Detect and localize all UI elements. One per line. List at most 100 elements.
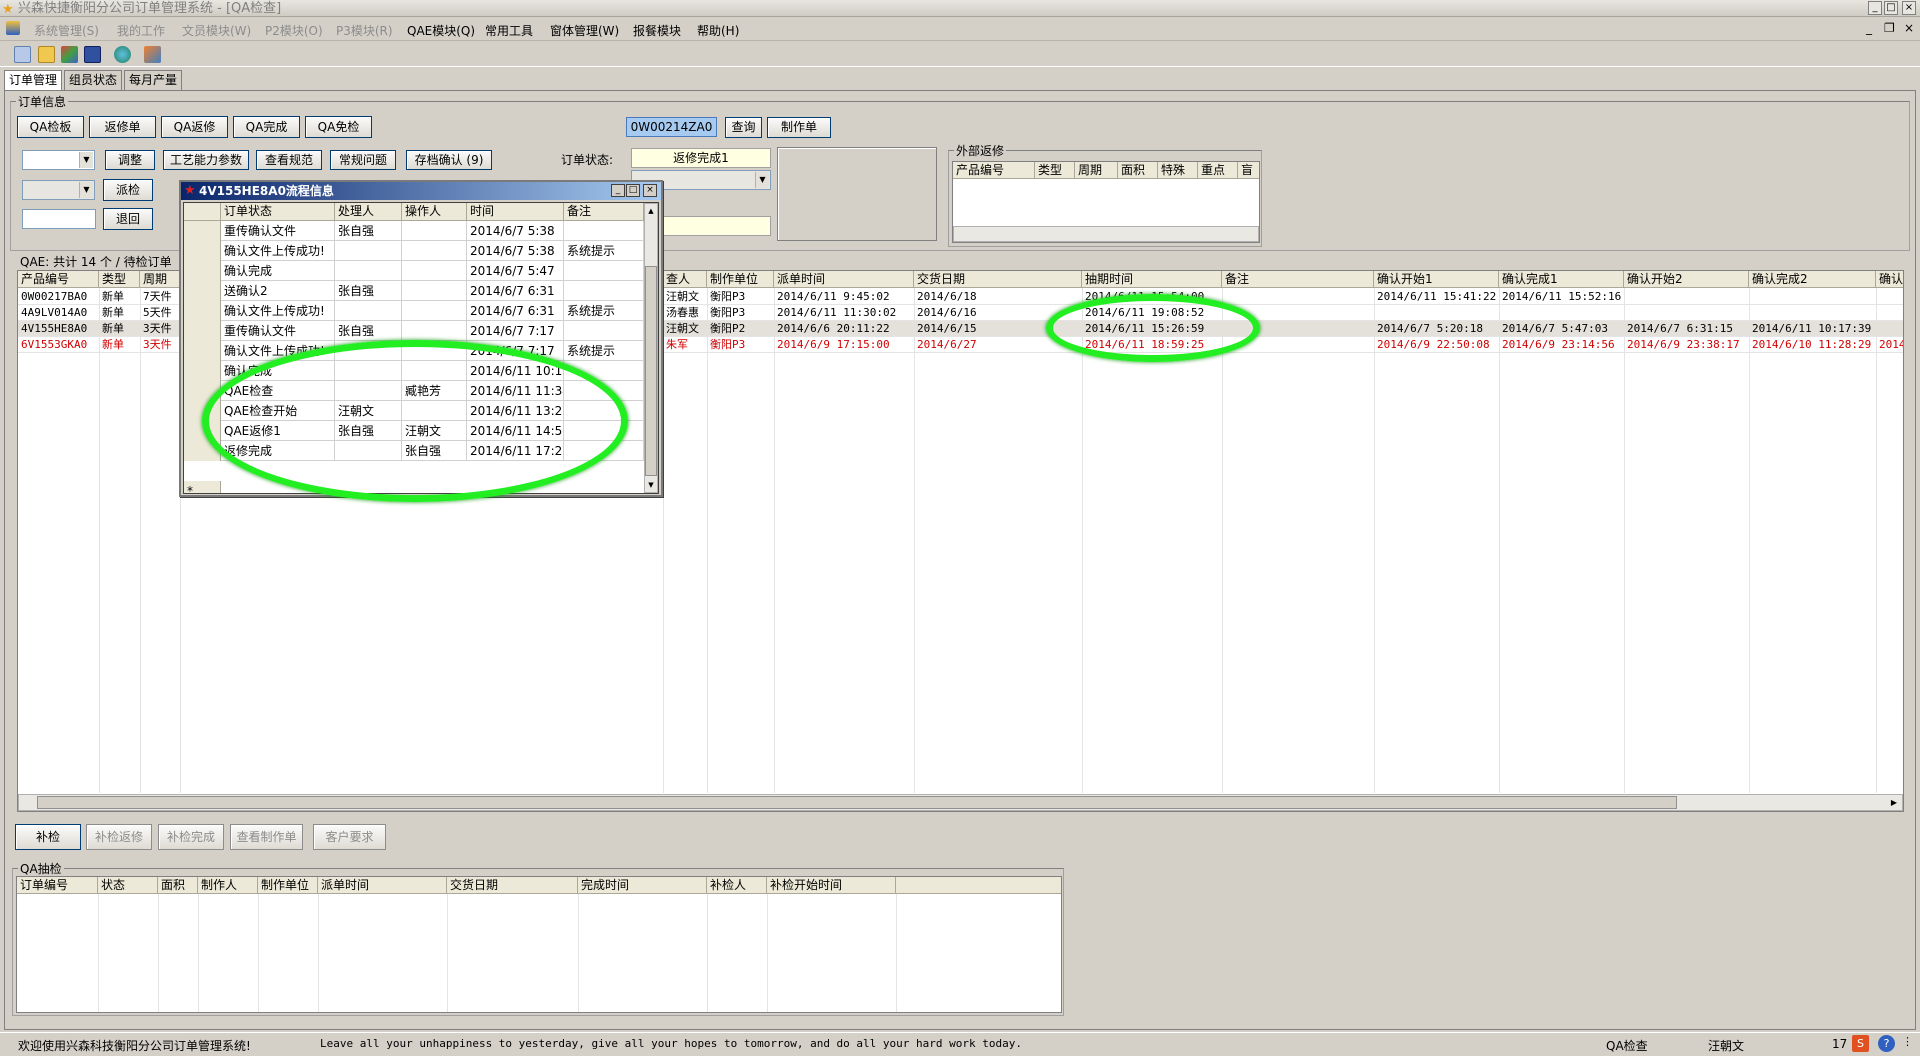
tab-monthly-output[interactable]: 每月产量 bbox=[124, 70, 183, 90]
return-button[interactable]: 退回 bbox=[103, 208, 153, 230]
column-header[interactable]: 盲 bbox=[1238, 162, 1259, 179]
scroll-thumb[interactable] bbox=[37, 796, 1677, 809]
return-input[interactable] bbox=[22, 209, 96, 229]
menu-item[interactable]: 报餐模块 bbox=[633, 22, 681, 39]
query-button[interactable]: 查询 bbox=[725, 117, 762, 138]
column-header[interactable]: 周期 bbox=[140, 271, 180, 288]
list-item[interactable]: 重传确认文件 张自强 2014/6/7 7:17 bbox=[184, 321, 644, 341]
column-header[interactable]: 产品编号 bbox=[953, 162, 1035, 179]
column-header[interactable]: 订单状态 bbox=[221, 203, 335, 220]
column-header[interactable]: 完成时间 bbox=[578, 877, 707, 894]
view-spec-button[interactable]: 查看规范 bbox=[256, 150, 322, 170]
column-header[interactable]: 订单编号 bbox=[17, 877, 98, 894]
dialog-close-button[interactable]: × bbox=[643, 184, 657, 197]
menu-item[interactable]: 窗体管理(W) bbox=[550, 22, 619, 39]
mdi-minimize-button[interactable]: _ bbox=[1866, 21, 1872, 35]
window-maximize-button[interactable]: □ bbox=[1884, 1, 1898, 15]
column-header[interactable]: 抽期时间 bbox=[1082, 271, 1222, 288]
qa-complete-button[interactable]: QA完成 bbox=[233, 116, 300, 138]
list-item[interactable]: 确认文件上传成功! 2014/6/7 6:31 系统提示 bbox=[184, 301, 644, 321]
column-header[interactable]: 类型 bbox=[99, 271, 140, 288]
archive-confirm-button[interactable]: 存档确认 (9) bbox=[406, 150, 492, 170]
tools-icon[interactable] bbox=[61, 46, 78, 63]
repair-order-button[interactable]: 返修单 bbox=[89, 116, 156, 138]
row-header[interactable] bbox=[184, 301, 221, 321]
column-header[interactable]: 确认完成1 bbox=[1499, 271, 1624, 288]
menu-item[interactable]: P2模块(O) bbox=[265, 22, 323, 39]
tab-order-management[interactable]: 订单管理 bbox=[4, 70, 63, 91]
menu-item[interactable]: QAE模块(Q) bbox=[407, 22, 475, 39]
dialog-title-bar[interactable]: ★ 4V155HE8A0流程信息 bbox=[181, 182, 661, 200]
dialog-maximize-button[interactable]: □ bbox=[626, 184, 640, 197]
column-header[interactable]: 状态 bbox=[98, 877, 158, 894]
menu-item[interactable]: 系统管理(S) bbox=[34, 22, 99, 39]
column-header[interactable]: 确认完成2 bbox=[1749, 271, 1876, 288]
scroll-right-icon[interactable]: ▶ bbox=[1886, 795, 1902, 810]
column-header[interactable]: 周期 bbox=[1075, 162, 1118, 179]
resize-grip-icon[interactable]: ⋮ bbox=[1902, 1035, 1913, 1048]
row-header[interactable] bbox=[184, 281, 221, 301]
order-grid-hscrollbar[interactable]: ▶ bbox=[18, 794, 1903, 811]
column-header[interactable]: 类型 bbox=[1035, 162, 1075, 179]
column-header[interactable]: 处理人 bbox=[335, 203, 402, 220]
ime-s-icon[interactable]: S bbox=[1852, 1035, 1869, 1052]
scroll-thumb[interactable] bbox=[645, 266, 657, 476]
menu-item[interactable]: 常用工具 bbox=[485, 22, 533, 39]
column-header[interactable]: 派单时间 bbox=[318, 877, 447, 894]
list-item[interactable]: 确认完成 2014/6/7 5:47 bbox=[184, 261, 644, 281]
window-minimize-button[interactable]: _ bbox=[1868, 1, 1882, 15]
column-header[interactable]: 备注 bbox=[564, 203, 644, 220]
menu-item[interactable]: 文员模块(W) bbox=[182, 22, 251, 39]
column-header[interactable]: 产品编号 bbox=[18, 271, 99, 288]
menu-item[interactable]: 我的工作 bbox=[117, 22, 165, 39]
help-icon[interactable]: ? bbox=[1878, 1035, 1895, 1052]
column-header[interactable]: 派单时间 bbox=[774, 271, 914, 288]
external-repair-hscrollbar[interactable] bbox=[953, 226, 1259, 242]
column-header[interactable]: 制作单位 bbox=[707, 271, 774, 288]
column-header[interactable]: 时间 bbox=[467, 203, 564, 220]
menu-item[interactable]: 帮助(H) bbox=[697, 22, 739, 39]
qa-inspect-board-button[interactable]: QA检板 bbox=[17, 116, 84, 138]
scroll-down-icon[interactable]: ▼ bbox=[645, 478, 657, 492]
column-header[interactable]: 特殊 bbox=[1158, 162, 1198, 179]
column-header[interactable]: 交货日期 bbox=[914, 271, 1082, 288]
row-header[interactable] bbox=[184, 361, 221, 381]
list-item[interactable]: 送确认2 张自强 2014/6/7 6:31 bbox=[184, 281, 644, 301]
qa-sample-grid[interactable]: 订单编号 状态 面积 制作人 制作单位 派单时间 交货日期 完成时间 补检人 补… bbox=[16, 876, 1062, 1013]
mdi-close-button[interactable]: × bbox=[1904, 21, 1914, 35]
mdi-restore-button[interactable]: ❐ bbox=[1884, 21, 1895, 35]
recheck-repair-button[interactable]: 补检返修 bbox=[86, 824, 152, 850]
customer-request-button[interactable]: 客户要求 bbox=[313, 824, 386, 850]
save-icon[interactable] bbox=[84, 46, 101, 63]
dialog-minimize-button[interactable]: _ bbox=[611, 184, 625, 197]
folder-icon[interactable] bbox=[38, 46, 55, 63]
column-header[interactable]: 制作人 bbox=[198, 877, 258, 894]
row-header[interactable] bbox=[184, 241, 221, 261]
column-header[interactable]: 确认 bbox=[1876, 271, 1903, 288]
refresh-icon[interactable] bbox=[114, 46, 131, 63]
menu-item[interactable]: P3模块(R) bbox=[336, 22, 393, 39]
column-header[interactable]: 补检开始时间 bbox=[767, 877, 896, 894]
dispatch-inspect-button[interactable]: 派检 bbox=[103, 179, 153, 201]
common-issues-button[interactable]: 常规问题 bbox=[330, 150, 396, 170]
column-header[interactable]: 面积 bbox=[1118, 162, 1158, 179]
make-order-button[interactable]: 制作单 bbox=[767, 117, 831, 138]
adjust-button[interactable]: 调整 bbox=[105, 150, 155, 170]
recheck-complete-button[interactable]: 补检完成 bbox=[158, 824, 224, 850]
column-header[interactable]: 制作单位 bbox=[258, 877, 318, 894]
column-header[interactable]: 补检人 bbox=[707, 877, 767, 894]
settings-icon[interactable] bbox=[144, 46, 161, 63]
recheck-button[interactable]: 补检 bbox=[15, 824, 81, 850]
process-params-button[interactable]: 工艺能力参数 bbox=[163, 150, 249, 170]
row-header[interactable] bbox=[184, 221, 221, 241]
row-header[interactable] bbox=[184, 321, 221, 341]
window-close-button[interactable]: × bbox=[1902, 1, 1916, 15]
column-header[interactable]: 面积 bbox=[158, 877, 198, 894]
column-header[interactable]: 重点 bbox=[1198, 162, 1238, 179]
column-header[interactable]: 备注 bbox=[1222, 271, 1374, 288]
list-item[interactable]: 重传确认文件 张自强 2014/6/7 5:38 bbox=[184, 221, 644, 241]
column-header[interactable]: 操作人 bbox=[402, 203, 467, 220]
selector-combo[interactable]: ▼ bbox=[22, 150, 95, 170]
grid-icon[interactable] bbox=[14, 46, 31, 63]
order-search-input[interactable]: 0W00214ZA0 bbox=[626, 117, 717, 137]
